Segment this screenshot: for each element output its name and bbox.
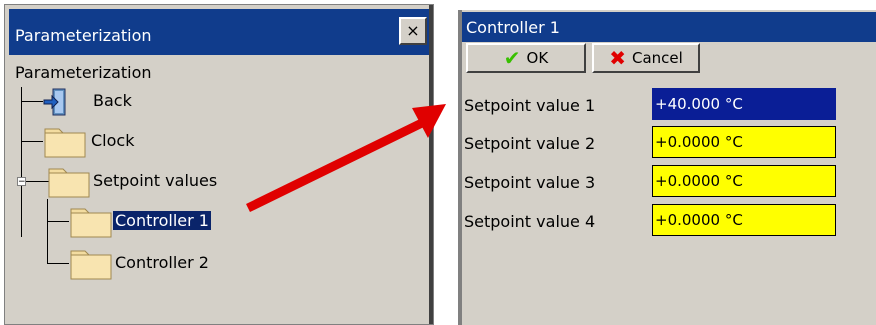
title-bar: Controller 1 xyxy=(458,12,876,42)
folder-icon xyxy=(44,128,86,158)
folder-icon xyxy=(70,250,112,280)
setpoint-2-field[interactable]: +0.0000 °C xyxy=(652,126,836,158)
tree-line xyxy=(47,199,48,263)
title-bar: Parameterization × xyxy=(9,9,431,55)
setpoint-label: Setpoint value 4 xyxy=(464,212,596,231)
setpoint-label: Setpoint value 3 xyxy=(464,173,596,192)
folder-icon xyxy=(70,208,112,238)
back-door-icon xyxy=(43,88,66,116)
tree-item-label: Back xyxy=(93,91,132,110)
setpoint-label: Setpoint value 2 xyxy=(464,134,596,153)
tree-line xyxy=(47,263,69,264)
folder-icon xyxy=(48,168,90,198)
collapse-toggle[interactable]: − xyxy=(17,177,26,187)
tree-line xyxy=(21,87,22,237)
setpoint-4-field[interactable]: +0.0000 °C xyxy=(652,204,836,236)
window-title: Controller 1 xyxy=(466,18,560,37)
cancel-button[interactable]: ✖ Cancel xyxy=(592,43,700,73)
ok-button[interactable]: ✔ OK xyxy=(466,43,586,73)
tree-line xyxy=(47,221,69,222)
tree-item-label: Clock xyxy=(91,131,135,150)
checkmark-icon: ✔ xyxy=(503,46,521,70)
window-edge xyxy=(429,5,433,324)
controller-window: Controller 1 ✔ OK ✖ Cancel Setpoint valu… xyxy=(458,10,876,325)
tree-line xyxy=(21,141,43,142)
window-edge xyxy=(458,10,462,325)
window-title: Parameterization xyxy=(15,26,152,45)
setpoint-1-field[interactable]: +40.000 °C xyxy=(652,88,836,120)
tree-item-label-selected: Controller 1 xyxy=(113,211,211,230)
close-button[interactable]: × xyxy=(399,17,427,45)
parameterization-window: Parameterization × Parameterization Back xyxy=(4,4,434,325)
tree-item-label: Setpoint values xyxy=(93,171,218,190)
tree-item-label: Controller 2 xyxy=(115,253,209,272)
tree-root-label: Parameterization xyxy=(15,63,152,82)
cancel-label: Cancel xyxy=(631,49,683,67)
setpoint-label: Setpoint value 1 xyxy=(464,96,596,115)
ok-label: OK xyxy=(526,49,549,67)
setpoint-3-field[interactable]: +0.0000 °C xyxy=(652,165,836,197)
tree-line xyxy=(21,101,43,102)
cross-icon: ✖ xyxy=(609,46,626,70)
tree-view: Parameterization Back Clock − Setpoint v… xyxy=(11,57,433,323)
